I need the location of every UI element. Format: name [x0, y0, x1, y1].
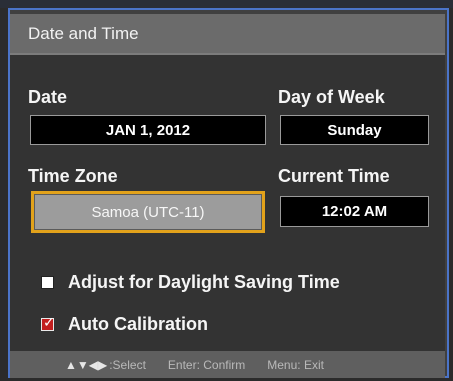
daylight-saving-checkbox[interactable] — [41, 276, 54, 289]
title-bar: Date and Time — [10, 14, 445, 55]
auto-calibration-label: Auto Calibration — [68, 314, 208, 334]
time-zone-label: Time Zone — [28, 166, 118, 186]
arrow-keys-icon: ▲▼◀▶ — [65, 357, 108, 372]
day-of-week-field[interactable]: Sunday — [280, 115, 429, 145]
app-frame: Date and Time Date Day of Week JAN 1, 20… — [0, 0, 453, 381]
checkmark-icon: ✓ — [43, 314, 55, 330]
select-hint: :Select — [109, 357, 146, 372]
auto-calibration-checkbox[interactable]: ✓ — [41, 314, 55, 331]
page-title: Date and Time — [28, 24, 139, 43]
settings-panel: Date Day of Week JAN 1, 2012 Sunday Time… — [10, 55, 445, 351]
date-field[interactable]: JAN 1, 2012 — [30, 115, 266, 145]
confirm-hint: Enter: Confirm — [167, 357, 246, 372]
auto-calibration-option[interactable]: ✓ Auto Calibration — [41, 314, 208, 335]
top-strip — [0, 0, 453, 8]
daylight-saving-option[interactable]: Adjust for Daylight Saving Time — [41, 272, 340, 293]
current-time-field[interactable]: 12:02 AM — [280, 196, 429, 227]
time-zone-field[interactable]: Samoa (UTC-11) — [34, 194, 262, 230]
exit-hint: Menu: Exit — [267, 357, 324, 372]
current-time-label: Current Time — [278, 166, 390, 186]
day-of-week-label: Day of Week — [278, 87, 385, 107]
daylight-saving-label: Adjust for Daylight Saving Time — [68, 272, 340, 292]
footer-hints: ▲▼◀▶ :Select Enter: Confirm Menu: Exit — [10, 351, 445, 378]
date-label: Date — [28, 87, 68, 107]
